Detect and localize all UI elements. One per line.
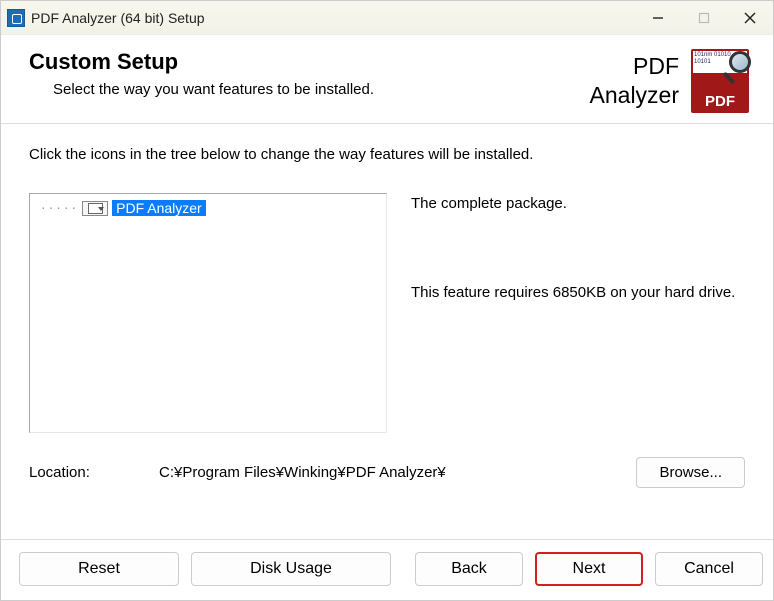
brand-text: PDF Analyzer bbox=[590, 52, 679, 110]
maximize-button bbox=[681, 1, 727, 35]
window-title: PDF Analyzer (64 bit) Setup bbox=[31, 10, 205, 26]
cancel-button[interactable]: Cancel bbox=[655, 552, 763, 586]
reset-button[interactable]: Reset bbox=[19, 552, 179, 586]
next-button[interactable]: Next bbox=[535, 552, 643, 586]
feature-tree[interactable]: ····· PDF Analyzer bbox=[29, 193, 387, 433]
logo-pdf-label: PDF bbox=[693, 93, 747, 110]
titlebar: PDF Analyzer (64 bit) Setup bbox=[1, 1, 773, 35]
browse-button[interactable]: Browse... bbox=[636, 457, 745, 488]
feature-tree-root[interactable]: ····· PDF Analyzer bbox=[40, 200, 376, 216]
footer: Reset Disk Usage Back Next Cancel bbox=[1, 539, 773, 600]
minimize-button[interactable] bbox=[635, 1, 681, 35]
product-logo: 101nm 01010 10101 PDF bbox=[691, 49, 749, 113]
page-title: Custom Setup bbox=[29, 49, 374, 75]
app-icon bbox=[7, 9, 25, 27]
header: Custom Setup Select the way you want fea… bbox=[1, 35, 773, 124]
installer-window: PDF Analyzer (64 bit) Setup Custom Setup… bbox=[0, 0, 774, 601]
body: Click the icons in the tree below to cha… bbox=[1, 124, 773, 539]
feature-requirement: This feature requires 6850KB on your har… bbox=[411, 284, 745, 301]
location-label: Location: bbox=[29, 464, 159, 481]
disk-usage-button[interactable]: Disk Usage bbox=[191, 552, 391, 586]
tree-connector: ····· bbox=[40, 202, 78, 215]
feature-install-icon[interactable] bbox=[82, 201, 108, 216]
feature-description: The complete package. This feature requi… bbox=[411, 193, 745, 433]
feature-summary: The complete package. bbox=[411, 195, 745, 212]
magnifier-icon bbox=[721, 51, 751, 81]
feature-label[interactable]: PDF Analyzer bbox=[112, 200, 206, 216]
location-path: C:¥Program Files¥Winking¥PDF Analyzer¥ bbox=[159, 464, 636, 481]
back-button[interactable]: Back bbox=[415, 552, 523, 586]
page-subtitle: Select the way you want features to be i… bbox=[53, 81, 374, 98]
instruction-text: Click the icons in the tree below to cha… bbox=[29, 146, 745, 163]
close-button[interactable] bbox=[727, 1, 773, 35]
